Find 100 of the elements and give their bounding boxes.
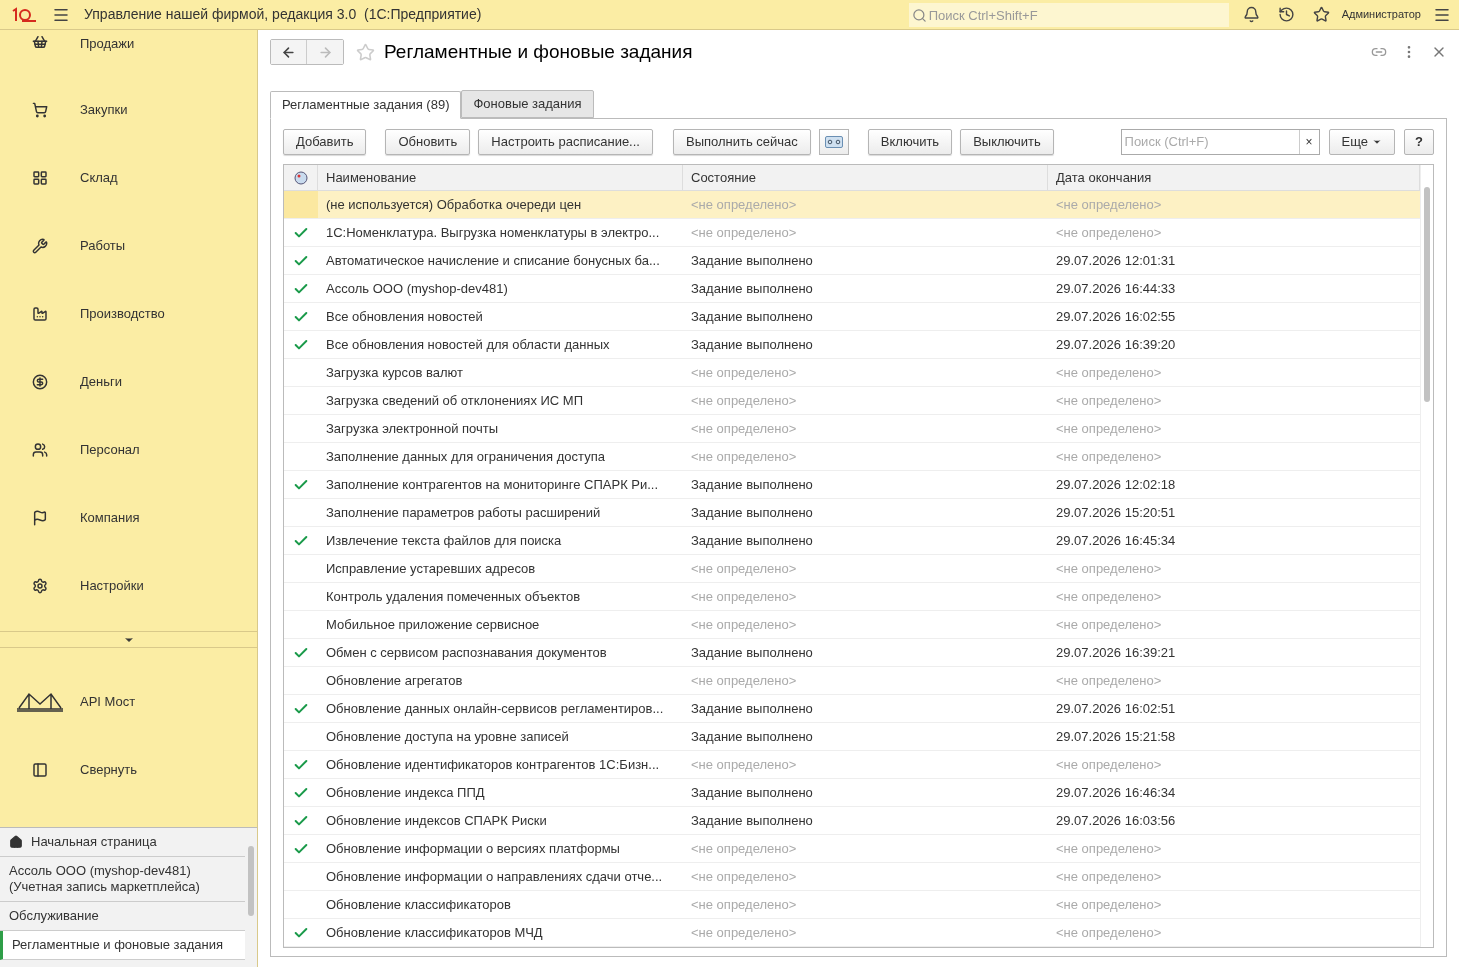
table-cell-text: <не определено> xyxy=(1055,895,1163,914)
wrench-icon xyxy=(32,238,48,254)
sidebar-item[interactable]: Продажи xyxy=(0,30,257,76)
people-icon xyxy=(32,442,48,458)
table-cell-text: 29.07.2026 16:44:33 xyxy=(1055,279,1177,298)
tab[interactable]: Фоновые задания xyxy=(461,90,594,118)
open-window-item[interactable]: Начальная страница xyxy=(0,828,245,857)
forward-arrow-icon xyxy=(317,44,333,60)
table-cell-text: Обновление индекса ППД xyxy=(325,783,486,802)
tape-icon xyxy=(824,135,843,148)
column-header[interactable]: Состояние xyxy=(683,165,1048,190)
star-icon[interactable] xyxy=(1312,6,1330,23)
column-header[interactable]: Наименование xyxy=(318,165,683,190)
table-cell-text: <не определено> xyxy=(1055,559,1163,578)
table-cell-text: Задание выполнено xyxy=(690,279,814,298)
table-cell-text: Обновление информации о направлениях сдачи отче... xyxy=(325,867,664,886)
table-cell-text: Обновление информации о версиях платформы xyxy=(325,839,621,858)
table-cell-text: Заполнение контрагентов на мониторинге СПАРК Ри... xyxy=(325,475,660,494)
table-cell-text: 1С:Номенклатура. Выгрузка номенклатуры в электро... xyxy=(325,223,661,242)
table-cell-text: <не определено> xyxy=(690,923,798,942)
table-cell-text: Все обновления новостей xyxy=(325,307,484,326)
table-cell-text: <не определено> xyxy=(690,895,798,914)
table-cell-text: Загрузка курсов валют xyxy=(325,363,464,382)
sidebar-item[interactable]: Компания xyxy=(0,484,257,552)
table-cell-text: Загрузка сведений об отклонениях ИС МП xyxy=(325,391,585,410)
table-cell-text: 29.07.2026 16:46:34 xyxy=(1055,783,1177,802)
table-cell-text: Задание выполнено xyxy=(690,811,814,830)
grid-icon xyxy=(32,170,48,186)
search-field[interactable]: Поиск (Ctrl+F) × xyxy=(1120,128,1320,155)
sidebar-item[interactable]: Производство xyxy=(0,280,257,348)
sidebar-item[interactable]: Склад xyxy=(0,144,257,212)
star-icon[interactable] xyxy=(356,42,375,62)
sidebar-item[interactable]: Персонал xyxy=(0,416,257,484)
add-button[interactable]: Добавить xyxy=(283,128,367,155)
table-cell-text: <не определено> xyxy=(1055,223,1163,242)
scrollbar-thumb[interactable] xyxy=(248,846,254,916)
sidebar-item[interactable]: Свернуть xyxy=(0,736,257,804)
table-cell-text: Задание выполнено xyxy=(690,251,814,270)
table-cell-text: 29.07.2026 16:03:56 xyxy=(1055,811,1177,830)
sidebar-item[interactable]: Деньги xyxy=(0,348,257,416)
table-cell-text: Обновление классификаторов МЧД xyxy=(325,923,544,942)
factory-icon xyxy=(32,306,48,322)
panel-icon xyxy=(32,762,48,778)
sidebar-item[interactable]: Закупки xyxy=(0,76,257,144)
table-cell-text: <не определено> xyxy=(690,587,798,606)
table-cell-text: Обновление агрегатов xyxy=(325,671,464,690)
table-cell-text: Исправление устаревших адресов xyxy=(325,559,537,578)
row-marker-cell xyxy=(284,191,318,218)
table-cell-text: Заполнение данных для ограничения доступа xyxy=(325,447,606,466)
table-cell-text: Обновление индексов СПАРК Риски xyxy=(325,811,548,830)
enable-button[interactable]: Включить xyxy=(867,128,953,155)
bell-icon[interactable] xyxy=(1242,6,1260,23)
table-cell-text: 29.07.2026 15:21:58 xyxy=(1055,727,1177,746)
table-cell-text: <не определено> xyxy=(690,755,798,774)
table-cell-text: <не определено> xyxy=(1055,363,1163,382)
console-button[interactable] xyxy=(818,128,849,155)
table-cell-text: <не определено> xyxy=(690,671,798,690)
sidebar-item[interactable]: Настройки xyxy=(0,552,257,620)
table-cell-text: 29.07.2026 16:02:51 xyxy=(1055,699,1177,718)
table-cell-text: Автоматическое начисление и списание бонусных ба... xyxy=(325,251,661,270)
more-button[interactable]: Еще xyxy=(1328,128,1395,155)
table-cell-text: <не определено> xyxy=(1055,755,1163,774)
home-icon xyxy=(9,835,23,849)
table-cell-text: <не определено> xyxy=(1055,391,1163,410)
table-cell-text: Задание выполнено xyxy=(690,727,814,746)
user-name[interactable]: Администратор xyxy=(1341,6,1421,23)
run-now-button[interactable]: Выполнить сейчас xyxy=(672,128,811,155)
history-icon[interactable] xyxy=(1277,6,1295,23)
column-header[interactable]: Дата окончания xyxy=(1048,165,1420,190)
schedule-button[interactable]: Настроить расписание... xyxy=(478,128,653,155)
back-button[interactable] xyxy=(271,40,307,64)
open-window-item[interactable]: Регламентные и фоновые задания xyxy=(0,931,245,960)
table-cell-text: Обновление данных онлайн-сервисов регламентиров... xyxy=(325,699,665,718)
open-window-item[interactable]: Ассоль ООО (myshop-dev481) (Учетная запись маркетплейса) xyxy=(0,857,245,902)
table-cell-text: Задание выполнено xyxy=(690,503,814,522)
table-cell-text: 29.07.2026 16:39:20 xyxy=(1055,335,1177,354)
table-cell-text: <не определено> xyxy=(1055,587,1163,606)
table-cell-text: <не определено> xyxy=(1055,671,1163,690)
table-cell-text: <не определено> xyxy=(1055,867,1163,886)
clear-button[interactable]: × xyxy=(1298,129,1319,154)
table-cell-text: Задание выполнено xyxy=(690,531,814,550)
global-search-field[interactable]: Поиск Ctrl+Shift+F xyxy=(908,3,1229,27)
flag-icon xyxy=(32,510,48,526)
table-cell-text: (не используется) Обработка очереди цен xyxy=(325,195,583,214)
refresh-button[interactable]: Обновить xyxy=(385,128,471,155)
table-cell-text: 29.07.2026 12:01:31 xyxy=(1055,251,1177,270)
table-cell-text: 29.07.2026 12:02:18 xyxy=(1055,475,1177,494)
table-cell-text: <не определено> xyxy=(690,391,798,410)
search-icon xyxy=(911,7,927,23)
help-button[interactable]: ? xyxy=(1404,128,1434,155)
disable-button[interactable]: Выключить xyxy=(960,128,1054,155)
sidebar-item[interactable]: API Мост xyxy=(0,668,257,736)
table-cell-text: <не определено> xyxy=(1055,839,1163,858)
logo-icon xyxy=(10,5,38,24)
table-cell-text: 29.07.2026 16:45:34 xyxy=(1055,531,1177,550)
tab[interactable]: Регламентные задания (89) xyxy=(270,91,462,119)
table-cell-text: Извлечение текста файлов для поиска xyxy=(325,531,563,550)
table-cell-text: Ассоль ООО (myshop-dev481) xyxy=(325,279,509,298)
coin-icon xyxy=(32,374,48,390)
sidebar-item[interactable]: Работы xyxy=(0,212,257,280)
